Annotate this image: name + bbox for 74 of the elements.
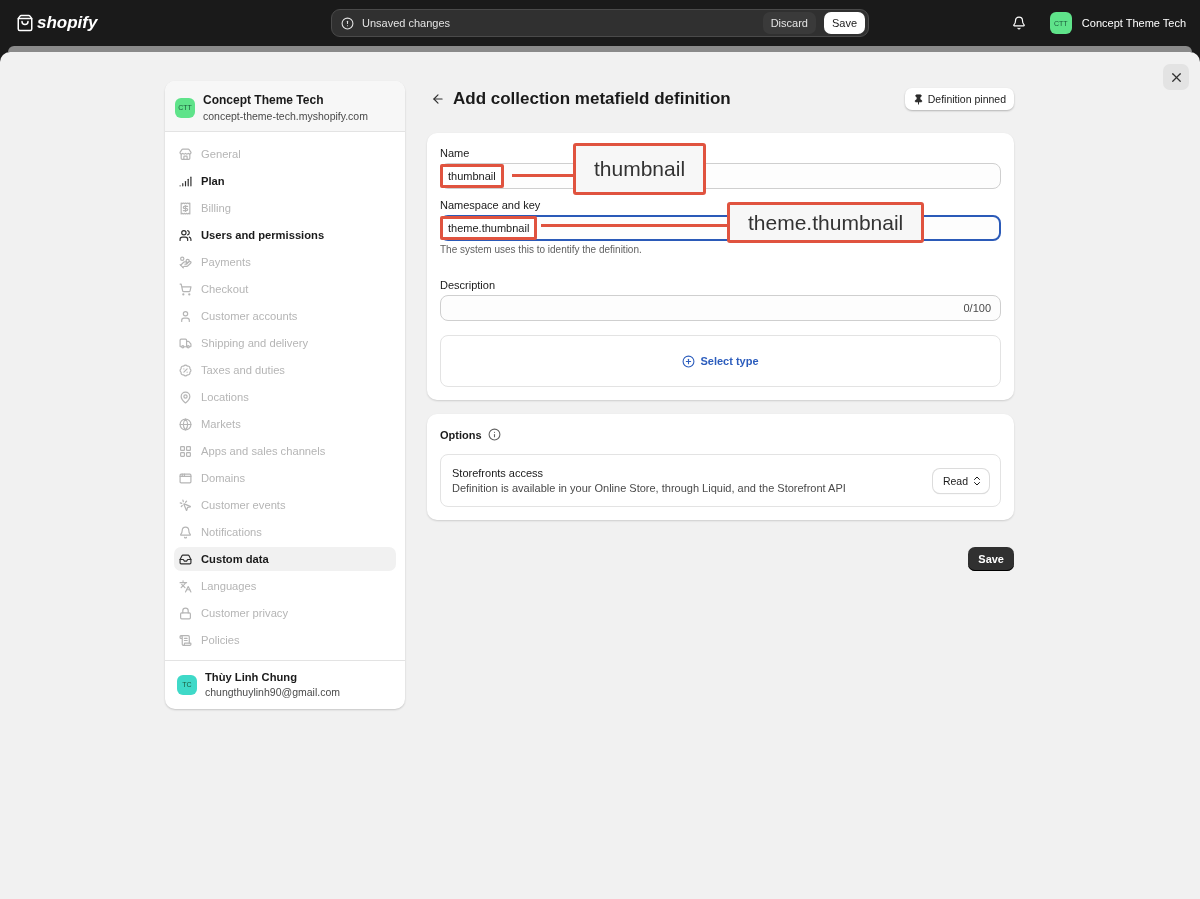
highlighted-value: theme.thumbnail bbox=[440, 216, 538, 240]
sidebar-item[interactable]: Billing bbox=[174, 196, 396, 220]
map-pin-icon bbox=[179, 390, 192, 404]
sidebar-item[interactable]: Notifications bbox=[174, 520, 396, 544]
scroll-icon bbox=[179, 633, 192, 647]
sidebar-item[interactable]: Domains bbox=[174, 466, 396, 490]
shopify-logo[interactable]: shopify bbox=[37, 13, 98, 33]
sidebar-item[interactable]: General bbox=[174, 142, 396, 166]
info-icon[interactable] bbox=[487, 428, 501, 441]
lock-icon bbox=[179, 606, 192, 620]
character-counter: 0/100 bbox=[963, 302, 991, 314]
user-name: Thùy Linh Chung bbox=[205, 671, 298, 683]
discard-button[interactable]: Discard bbox=[762, 12, 816, 34]
unsaved-changes-text: Unsaved changes bbox=[362, 17, 452, 29]
sidebar-item[interactable]: Custom data bbox=[174, 547, 396, 571]
languages-icon bbox=[179, 579, 192, 593]
sidebar-item[interactable]: Markets bbox=[174, 412, 396, 436]
leader-line bbox=[512, 174, 573, 177]
users-icon bbox=[179, 228, 192, 242]
pin-icon bbox=[912, 93, 924, 105]
description-field[interactable]: 0/100 bbox=[440, 295, 1001, 321]
sidebar-item[interactable]: Taxes and duties bbox=[174, 358, 396, 382]
grid-icon bbox=[179, 444, 192, 458]
field-label: Name bbox=[440, 147, 471, 159]
bell-icon bbox=[179, 525, 192, 539]
sidebar-item[interactable]: Checkout bbox=[174, 277, 396, 301]
access-select[interactable]: Read bbox=[932, 468, 989, 493]
save-button[interactable]: Save bbox=[823, 12, 865, 34]
sidebar-item[interactable]: Plan bbox=[174, 169, 396, 193]
access-description: Definition is available in your Online Store, through Liquid, and the Storefront API bbox=[452, 482, 846, 494]
sidebar-item[interactable]: Customer accounts bbox=[174, 304, 396, 328]
sidebar-item[interactable]: Apps and sales channels bbox=[174, 439, 396, 463]
save-button[interactable]: Save bbox=[968, 547, 1014, 571]
percent-badge-icon bbox=[179, 363, 192, 377]
receipt-icon bbox=[179, 201, 192, 215]
shopping-bag-icon bbox=[16, 14, 34, 32]
plus-circle-icon bbox=[682, 354, 696, 368]
field-label: Namespace and key bbox=[440, 199, 542, 211]
zoom-callout: theme.thumbnail bbox=[727, 202, 925, 243]
definition-pinned-button[interactable]: Definition pinned bbox=[904, 88, 1014, 110]
sidebar-item[interactable]: Customer privacy bbox=[174, 601, 396, 625]
zoom-callout: thumbnail bbox=[573, 143, 707, 195]
person-icon bbox=[179, 309, 192, 323]
highlighted-value: thumbnail bbox=[440, 164, 504, 188]
sidebar-item[interactable]: Languages bbox=[174, 574, 396, 598]
help-text: The system uses this to identify the definition. bbox=[440, 244, 643, 255]
up-down-chevron-icon bbox=[971, 474, 983, 487]
sidebar-item[interactable]: Policies bbox=[174, 628, 396, 652]
sidebar-item[interactable]: Customer events bbox=[174, 493, 396, 517]
sidebar-item[interactable]: Payments bbox=[174, 250, 396, 274]
window-icon bbox=[179, 471, 192, 485]
cart-icon bbox=[179, 282, 192, 296]
field-label: Description bbox=[440, 279, 497, 291]
globe-icon bbox=[179, 417, 192, 431]
bar-chart-icon bbox=[179, 174, 192, 188]
page-title: Add collection metafield definition bbox=[453, 89, 731, 109]
hand-icon bbox=[179, 255, 192, 269]
alert-icon bbox=[341, 16, 354, 30]
close-button[interactable] bbox=[1163, 64, 1189, 90]
notification-bell-icon[interactable] bbox=[1011, 16, 1026, 30]
sidebar-item[interactable]: Locations bbox=[174, 385, 396, 409]
select-type-button[interactable]: Select type bbox=[440, 335, 1001, 387]
store-name[interactable]: Concept Theme Tech bbox=[1081, 17, 1186, 29]
truck-icon bbox=[179, 336, 192, 350]
inbox-icon bbox=[179, 552, 192, 566]
store-name: Concept Theme Tech bbox=[203, 93, 325, 107]
options-title: Options bbox=[440, 428, 482, 441]
access-title: Storefronts access bbox=[452, 467, 545, 479]
user-email: chungthuylinh90@gmail.com bbox=[205, 686, 340, 698]
pointer-icon bbox=[179, 498, 192, 512]
sidebar-item[interactable]: Users and permissions bbox=[174, 223, 396, 247]
store-icon bbox=[179, 147, 192, 161]
sidebar-item[interactable]: Shipping and delivery bbox=[174, 331, 396, 355]
store-domain: concept-theme-tech.myshopify.com bbox=[203, 110, 368, 122]
